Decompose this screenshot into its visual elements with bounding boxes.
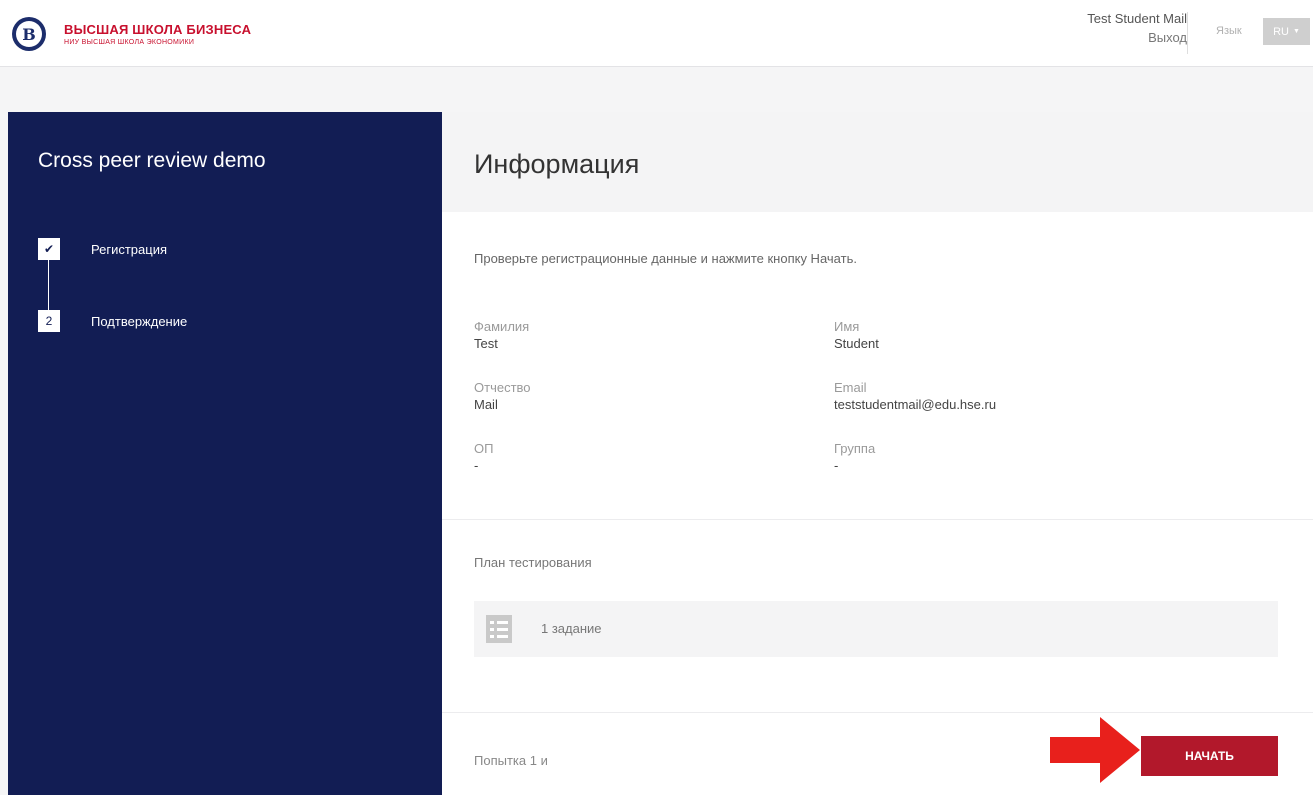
check-icon: ✔ [38, 238, 60, 260]
step-label: Подтверждение [91, 314, 188, 329]
chevron-down-icon: ▼ [1292, 28, 1300, 35]
field-value: teststudentmail@edu.hse.ru [834, 397, 997, 412]
field-program: ОП - [474, 440, 834, 475]
instructions-text: Проверьте регистрационные данные и нажми… [474, 251, 857, 266]
top-header: B ВЫСШАЯ ШКОЛА БИЗНЕСА НИУ ВЫСШАЯ ШКОЛА … [0, 0, 1313, 67]
language-select[interactable]: RU ▼ [1263, 18, 1310, 45]
plan-item: 1 задание [474, 601, 1278, 657]
main-panel: Информация Проверьте регистрационные дан… [442, 112, 1313, 795]
arrow-right-icon [1050, 717, 1140, 783]
language-value: RU [1273, 25, 1289, 38]
logout-link[interactable]: Выход [1087, 28, 1187, 48]
main-header: Информация [442, 112, 1313, 212]
plan-item-label: 1 задание [541, 621, 602, 636]
logo-title: ВЫСШАЯ ШКОЛА БИЗНЕСА [64, 22, 252, 37]
field-value: Test [474, 336, 498, 351]
field-value: Student [834, 336, 879, 351]
hse-logo-icon[interactable]: B [12, 17, 46, 51]
section-divider [442, 519, 1313, 520]
section-divider [442, 712, 1313, 713]
logo-text[interactable]: ВЫСШАЯ ШКОЛА БИЗНЕСА НИУ ВЫСШАЯ ШКОЛА ЭК… [64, 22, 251, 46]
sidebar: Cross peer review demo ✔ Регистрация 2 П… [8, 112, 442, 795]
step-confirmation[interactable]: 2 Подтверждение [38, 310, 398, 334]
step-number: 2 [38, 310, 60, 332]
user-block: Test Student Mail Выход [1087, 10, 1187, 48]
field-label: Отчество [474, 380, 531, 395]
start-button[interactable]: НАЧАТЬ [1141, 736, 1278, 776]
field-value: - [834, 458, 839, 473]
field-group: Группа - [834, 440, 1194, 475]
plan-title: План тестирования [474, 555, 592, 570]
field-name: Имя Student [834, 318, 1194, 353]
step-connector [48, 260, 49, 310]
course-title: Cross peer review demo [38, 149, 266, 172]
field-label: Фамилия [474, 319, 530, 334]
field-label: Имя [834, 319, 860, 334]
attempt-text: Попытка 1 и [474, 753, 548, 768]
field-email: Email teststudentmail@edu.hse.ru [834, 379, 1194, 414]
hse-logo-letter: B [16, 21, 42, 47]
field-patronymic: Отчество Mail [474, 379, 834, 414]
step-registration[interactable]: ✔ Регистрация [38, 238, 398, 262]
field-label: Email [834, 380, 867, 395]
field-label: Группа [834, 441, 876, 456]
field-surname: Фамилия Test [474, 318, 834, 353]
header-divider [1187, 12, 1188, 54]
field-value: - [474, 458, 479, 473]
user-name: Test Student Mail [1087, 11, 1187, 26]
page-title: Информация [474, 149, 640, 179]
language-label: Язык [1216, 25, 1242, 37]
list-icon [486, 615, 512, 643]
logo-subtitle: НИУ ВЫСШАЯ ШКОЛА ЭКОНОМИКИ [64, 39, 195, 46]
field-value: Mail [474, 397, 498, 412]
step-label: Регистрация [91, 242, 167, 257]
field-label: ОП [474, 441, 494, 456]
